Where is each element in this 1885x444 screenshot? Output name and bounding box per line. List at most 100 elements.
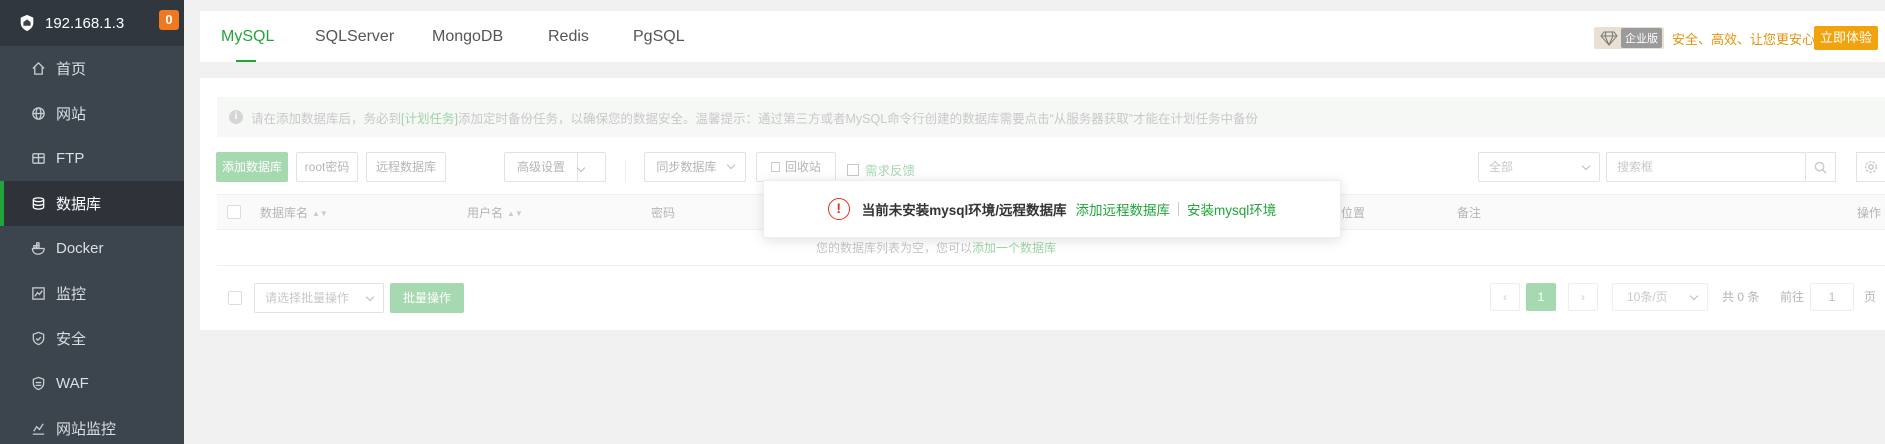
sidebar-item-website[interactable]: 网站 [0, 91, 184, 136]
docker-icon [30, 241, 46, 257]
footer-select-checkbox[interactable] [228, 291, 242, 305]
link-divider [1178, 202, 1179, 216]
column-label: 用户名 [467, 206, 504, 220]
search-button[interactable] [1806, 152, 1836, 182]
chevron-down-icon [365, 292, 375, 302]
enterprise-tag: 企业版 [1594, 27, 1664, 49]
sidebar-item-security[interactable]: 安全 [0, 316, 184, 361]
globe-icon [30, 106, 46, 122]
sort-icon: ▲▼ [507, 209, 523, 218]
notice-text-before: 请在添加数据库后，务必到 [251, 111, 402, 126]
category-filter-select[interactable]: 全部 [1478, 152, 1600, 182]
search-icon [1814, 161, 1827, 174]
advanced-settings-button[interactable]: 高级设置 [504, 152, 606, 182]
sidebar-item-monitor[interactable]: 监控 [0, 271, 184, 316]
chevron-down-icon [576, 163, 586, 173]
warning-icon: ! [827, 198, 850, 220]
feedback-label: 需求反馈 [865, 164, 916, 178]
remote-database-button[interactable]: 远程数据库 [366, 152, 446, 182]
search-input[interactable]: 搜索框 [1606, 152, 1806, 182]
sync-database-label: 同步数据库 [656, 160, 717, 174]
column-username[interactable]: 用户名 ▲▼ [467, 195, 523, 232]
waf-icon [30, 376, 46, 392]
tab-mongodb[interactable]: MongoDB [432, 11, 503, 62]
advanced-dropdown-toggle[interactable] [576, 153, 605, 181]
cron-task-link[interactable]: [计划任务] [401, 108, 458, 127]
page-suffix: 页 [1864, 290, 1877, 304]
sidebar-item-site-monitor[interactable]: 网站监控 [0, 406, 184, 444]
monitor-icon [30, 286, 46, 302]
chevron-down-icon [726, 160, 735, 170]
sidebar-item-waf[interactable]: WAF [0, 361, 184, 406]
sidebar-item-label: WAF [56, 375, 89, 392]
column-remark: 备注 [1457, 206, 1482, 220]
shield-icon [30, 331, 46, 347]
advanced-settings-label: 高级设置 [517, 160, 566, 174]
sort-icon: ▲▼ [312, 209, 328, 218]
server-ip: 192.168.1.3 [45, 14, 125, 32]
add-remote-database-link[interactable]: 添加远程数据库 [1076, 199, 1171, 219]
try-now-button[interactable]: 立即体验 [1814, 26, 1878, 50]
page-size-select[interactable]: 10条/页 [1612, 283, 1708, 311]
sidebar-item-home[interactable]: 首页 [0, 46, 184, 91]
next-page-button[interactable]: › [1568, 283, 1598, 311]
batch-operation-button[interactable]: 批量操作 [390, 283, 464, 313]
tab-pgsql[interactable]: PgSQL [633, 11, 685, 62]
alert-message: 当前未安装mysql环境/远程数据库 [861, 203, 1067, 218]
server-header[interactable]: 192.168.1.3 0 [0, 0, 184, 46]
tab-redis[interactable]: Redis [548, 11, 589, 62]
chevron-down-icon [1689, 291, 1699, 301]
current-page[interactable]: 1 [1526, 283, 1556, 311]
sidebar-item-label: 首页 [56, 61, 87, 78]
select-all-checkbox[interactable] [227, 205, 241, 219]
ftp-icon [30, 151, 46, 167]
gear-icon [1864, 160, 1878, 174]
add-database-button[interactable]: 添加数据库 [216, 152, 288, 182]
enterprise-slogan: 安全、高效、让您更安心 [1672, 32, 1816, 47]
empty-text: 您的数据库列表为空，您可以 [815, 241, 972, 255]
sync-database-button[interactable]: 同步数据库 [644, 152, 746, 182]
root-password-button[interactable]: root密码 [296, 152, 358, 182]
sidebar-item-database[interactable]: 数据库 [0, 181, 184, 226]
total-count: 共 0 条 [1722, 290, 1760, 304]
enterprise-label: 企业版 [1621, 28, 1662, 48]
chevron-down-icon [1581, 161, 1591, 171]
prev-page-button[interactable]: ‹ [1490, 283, 1520, 311]
sidebar: 192.168.1.3 0 首页 网站 FTP 数据库 Docker 监控 安全… [0, 0, 184, 444]
recycle-bin-button[interactable]: 回收站 [756, 152, 836, 182]
toolbar-divider [625, 160, 626, 182]
tab-mysql[interactable]: MySQL [221, 11, 274, 62]
backup-notice: i 请在添加数据库后，务必到 [计划任务] 添加定时备份任务，以确保您的数据安全。温… [217, 97, 1885, 137]
recycle-bin-label: 回收站 [784, 160, 821, 174]
add-database-link[interactable]: 添加一个数据库 [972, 241, 1056, 255]
home-icon [30, 61, 46, 77]
goto-label: 前往 [1780, 290, 1805, 304]
column-label: 数据库名 [260, 206, 309, 220]
feedback-link[interactable]: 需求反馈 [847, 160, 915, 179]
panel-logo-icon [20, 14, 34, 32]
sidebar-item-label: 监控 [56, 286, 87, 303]
column-database-name[interactable]: 数据库名 ▲▼ [260, 195, 328, 232]
info-icon: i [229, 110, 243, 124]
install-mysql-link[interactable]: 安装mysql环境 [1187, 199, 1276, 219]
diamond-icon [1600, 31, 1618, 46]
database-type-tabs: MySQL SQLServer MongoDB Redis PgSQL 企业版 … [200, 11, 1885, 62]
sidebar-item-label: 数据库 [56, 196, 102, 213]
sidebar-item-ftp[interactable]: FTP [0, 136, 184, 181]
edit-icon [847, 164, 859, 176]
sidebar-item-label: Docker [56, 240, 104, 257]
tab-sqlserver[interactable]: SQLServer [315, 11, 394, 62]
goto-page-input[interactable]: 1 [1810, 283, 1854, 311]
database-icon [30, 196, 46, 212]
message-badge[interactable]: 0 [159, 10, 179, 30]
batch-operation-select[interactable]: 请选择批量操作 [254, 283, 384, 313]
column-settings-button[interactable] [1856, 152, 1885, 182]
sidebar-item-docker[interactable]: Docker [0, 226, 184, 271]
chart-icon [30, 421, 46, 437]
notice-text-after: 添加定时备份任务，以确保您的数据安全。温馨提示：通过第三方或者MySQL命令行创… [457, 111, 1258, 126]
batch-operation-placeholder: 请选择批量操作 [265, 291, 350, 305]
sidebar-item-label: 网站 [56, 106, 87, 123]
column-operations: 操作 [1857, 206, 1882, 220]
column-password: 密码 [651, 206, 676, 220]
mysql-not-installed-alert: ! 当前未安装mysql环境/远程数据库 添加远程数据库 安装mysql环境 [763, 180, 1341, 238]
